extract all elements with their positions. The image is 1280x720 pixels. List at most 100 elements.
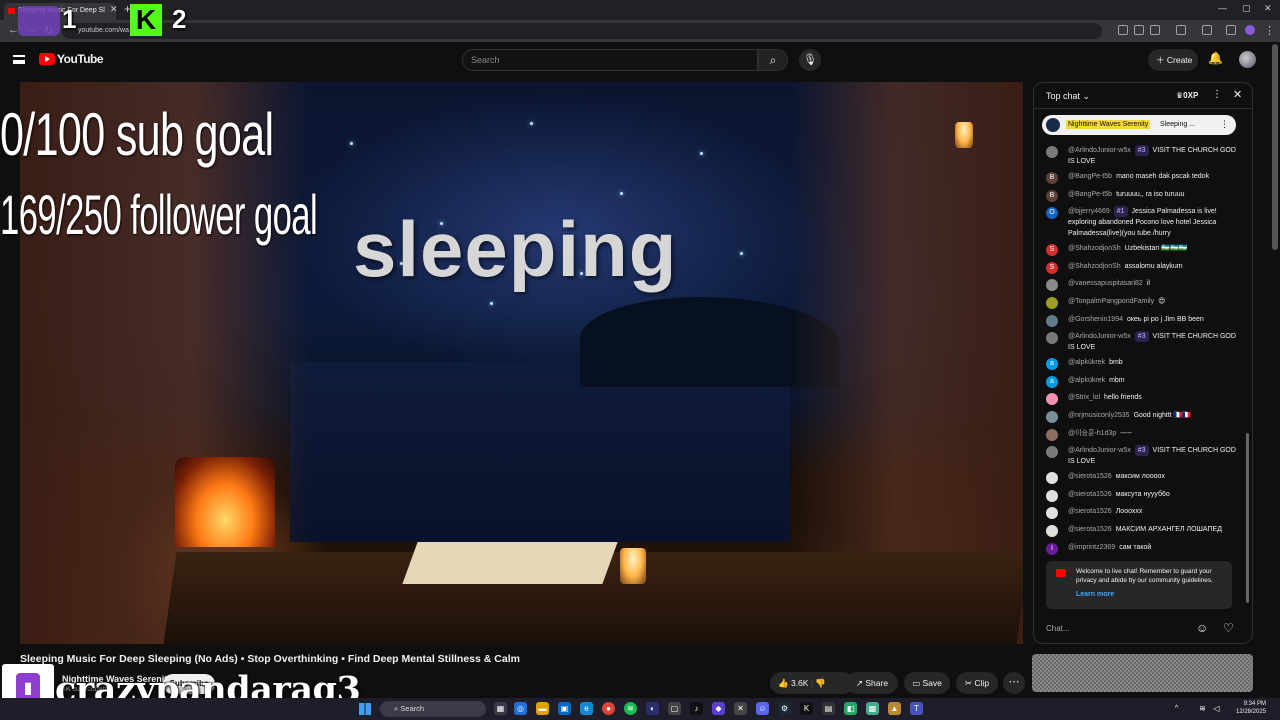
app-icon[interactable]: ◐ [646,702,659,715]
heart-icon[interactable]: ♡ [1223,621,1234,635]
teams-icon[interactable]: T [910,702,923,715]
maximize-icon[interactable]: ▢ [1242,3,1251,14]
chat-avatar[interactable] [1046,279,1058,292]
chat-author[interactable]: @sierota1526 [1068,473,1112,480]
chrome-icon[interactable]: ● [602,702,615,715]
split-view-icon[interactable] [1202,25,1212,35]
chat-message[interactable]: @ArlindoJunior-w5x #3 VISIT THE CHURCH GOD… [1034,443,1244,469]
chat-message[interactable]: a @alpkükrek mbm [1034,373,1244,391]
recommended-thumbnail[interactable] [1032,654,1253,692]
chat-author[interactable]: @ShahzodjonSh [1068,263,1121,270]
chat-avatar[interactable]: I [1046,542,1058,555]
pinned-menu-icon[interactable]: ⋮ [1220,119,1229,130]
search-icon[interactable]: ⌕ [758,49,788,71]
kick-icon[interactable]: K [800,702,813,715]
chat-avatar[interactable] [1046,446,1058,459]
download-icon[interactable] [1226,25,1236,35]
chat-message[interactable]: @sierota1526 максим лоооох [1034,469,1244,487]
chat-avatar[interactable] [1046,146,1058,158]
chat-author[interactable]: @sierota1526 [1068,491,1112,498]
chat-avatar[interactable]: O [1046,207,1058,220]
chat-author[interactable]: @BangPe-t5b [1068,191,1112,198]
task-view-icon[interactable]: ▦ [494,702,507,715]
chat-message[interactable]: B @BangPe-t5b turuuuu,, ra iso turuuu [1034,187,1244,205]
chat-message[interactable]: S @ShahzodjonSh assalomu alaykum [1034,259,1244,277]
app-icon[interactable]: ▲ [888,702,901,715]
chat-message[interactable]: @vanessapuspitasari82 il [1034,276,1244,294]
chat-author[interactable]: @alpkükrek [1068,359,1105,366]
account-avatar[interactable] [1239,51,1256,68]
app-icon[interactable]: ◧ [844,702,857,715]
chat-author[interactable]: @Gorshenin1994 [1068,316,1123,323]
minecraft-icon[interactable]: ▩ [866,702,879,715]
zoom-icon[interactable] [1134,25,1144,35]
minimize-icon[interactable]: — [1218,3,1227,13]
chat-message[interactable]: S @ShahzodjonSh Uzbekistan 🇺🇿🇺🇿🇺🇿 [1034,241,1244,259]
create-button[interactable]: ＋ Create [1148,49,1198,71]
dislike-icon[interactable]: 👎 [815,678,826,688]
chat-message[interactable]: B @BangPe-t5b mano maseh dak pscak tedok [1034,169,1244,187]
chat-author[interactable]: @ShahzodjonSh [1068,245,1121,252]
address-bar[interactable]: youtube.com/wa [62,23,1102,39]
share-button[interactable]: ↗ Share [846,672,898,694]
app-icon[interactable]: ◆ [712,702,725,715]
chat-scrollbar[interactable] [1246,433,1249,603]
close-tab-icon[interactable]: ✕ [110,4,118,15]
chat-avatar[interactable]: a [1046,358,1058,371]
microsoft-store-icon[interactable]: ▣ [558,702,571,715]
chat-author[interactable]: @ArlindoJunior-w5x [1068,333,1131,340]
chat-message[interactable]: @TonpalmPangpondFamily 😍 [1034,294,1244,312]
chat-avatar[interactable] [1046,507,1058,520]
volume-icon[interactable]: ◁ [1210,702,1223,715]
chat-avatar[interactable] [1046,472,1058,485]
file-explorer-icon[interactable]: ▬ [536,702,549,715]
emoji-icon[interactable]: ☺ [1196,621,1208,635]
close-window-icon[interactable]: ✕ [1264,3,1272,14]
chat-avatar[interactable] [1046,332,1058,345]
pinned-message[interactable]: Nighttime Waves Serenity Sleeping ... ⋮ [1042,115,1236,135]
chat-message[interactable]: a @alpkükrek bmb [1034,355,1244,373]
chat-avatar[interactable] [1046,296,1058,309]
clip-button[interactable]: ✂ Clip [956,672,998,694]
xp-badge[interactable]: ♛0XP [1176,91,1198,100]
edge-icon[interactable]: e [580,702,593,715]
chat-menu-icon[interactable]: ⋮ [1212,89,1222,100]
chat-author[interactable]: @Strix_lol [1068,394,1100,401]
discord-icon[interactable]: ☺ [756,702,769,715]
cast-icon[interactable] [1118,25,1128,35]
page-scrollbar[interactable] [1272,44,1278,250]
chat-avatar[interactable]: B [1046,189,1058,202]
chat-author[interactable]: @TonpalmPangpondFamily [1068,298,1154,305]
more-actions-icon[interactable]: ⋯ [1003,672,1025,694]
youtube-logo-icon[interactable] [39,53,55,65]
windows-start-icon[interactable] [359,703,371,715]
chat-author[interactable]: @BangPe-t5b [1068,173,1112,180]
chat-author[interactable]: @sierota1526 [1068,526,1112,533]
chat-avatar[interactable]: S [1046,261,1058,274]
chat-avatar[interactable] [1046,314,1058,327]
chat-avatar[interactable] [1046,524,1058,537]
chat-author[interactable]: @이승훈-h1d3p [1068,430,1116,437]
chat-avatar[interactable] [1046,489,1058,502]
hamburger-menu-icon[interactable] [13,55,25,64]
chat-message[interactable]: @sierota1526 МАКСИМ АРХАНГЕЛ ЛОШАПЕД [1034,522,1244,540]
chat-message[interactable]: @sierota1526 Лоооххх [1034,504,1244,522]
chat-author[interactable]: @vanessapuspitasari82 [1068,280,1143,287]
chat-message[interactable]: @이승훈-h1d3p ----- [1034,426,1244,444]
chat-author[interactable]: @nrjmusiconly2535 [1068,412,1130,419]
youtube-logo-text[interactable]: YouTube [57,52,104,66]
chat-message[interactable]: @sierota1526 максута нуууб6о [1034,487,1244,505]
wifi-icon[interactable]: ≋ [1196,702,1209,715]
chat-avatar[interactable] [1046,428,1058,441]
chat-author[interactable]: @alpkükrek [1068,377,1105,384]
system-clock[interactable]: 9:34 PM 12/28/2025 [1236,700,1266,716]
top-chat-dropdown[interactable]: Top chat ⌄ [1046,91,1090,102]
tray-chevron-icon[interactable]: ^ [1170,702,1183,715]
taskbar-search[interactable]: ⌕ Search [380,701,486,717]
chat-avatar[interactable]: B [1046,172,1058,184]
spotify-icon[interactable]: ≋ [624,702,637,715]
chat-author[interactable]: @sierota1526 [1068,508,1112,515]
chat-avatar[interactable]: a [1046,375,1058,388]
chat-avatar[interactable] [1046,410,1058,423]
chat-message[interactable]: @Strix_lol hello friends [1034,390,1244,408]
